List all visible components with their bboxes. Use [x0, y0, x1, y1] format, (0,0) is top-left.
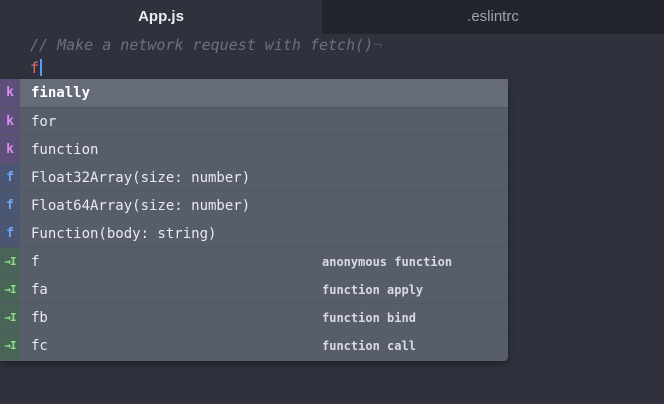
- suggestion-label: finally: [31, 85, 91, 101]
- keyword-icon: k: [0, 136, 20, 164]
- autocomplete-item[interactable]: k for: [0, 107, 508, 136]
- typed-text: f: [30, 59, 40, 77]
- suggestion-description: function call: [322, 339, 416, 353]
- suggestion-label: function: [31, 142, 99, 158]
- keyword-icon: k: [0, 79, 20, 107]
- suggestion-label: for: [31, 114, 57, 130]
- autocomplete-item[interactable]: f Function(body: string): [0, 219, 508, 248]
- tab-app-js[interactable]: App.js: [0, 0, 322, 34]
- snippet-icon: →I: [0, 248, 20, 276]
- suggestion-label: Float64Array(size: number): [31, 198, 251, 214]
- autocomplete-item[interactable]: k finally: [0, 79, 508, 107]
- suggestion-label: Float32Array(size: number): [31, 170, 251, 186]
- suggestion-description: function bind: [322, 311, 416, 325]
- autocomplete-popup: k finally k for k function f Float32Arra…: [0, 79, 508, 361]
- code-line-current[interactable]: f: [30, 57, 43, 79]
- snippet-icon: →I: [0, 304, 20, 332]
- suggestion-label: fa: [31, 282, 48, 298]
- suggestion-description: function apply: [322, 283, 424, 297]
- suggestion-label: f: [31, 254, 40, 270]
- function-icon: f: [0, 220, 20, 248]
- function-icon: f: [0, 192, 20, 220]
- keyword-icon: k: [0, 108, 20, 136]
- end-of-line-marker: ¬: [373, 36, 383, 54]
- autocomplete-item[interactable]: →I fc function call: [0, 331, 508, 360]
- autocomplete-item[interactable]: f Float32Array(size: number): [0, 163, 508, 192]
- text-cursor: [40, 59, 43, 76]
- autocomplete-item[interactable]: k function: [0, 135, 508, 164]
- snippet-icon: →I: [0, 332, 20, 360]
- autocomplete-item[interactable]: →I fb function bind: [0, 303, 508, 332]
- suggestion-label: Function(body: string): [31, 226, 217, 242]
- suggestion-label: fc: [31, 338, 48, 354]
- autocomplete-item[interactable]: →I f anonymous function: [0, 247, 508, 276]
- function-icon: f: [0, 164, 20, 192]
- snippet-icon: →I: [0, 276, 20, 304]
- tab-eslintrc[interactable]: .eslintrc: [322, 0, 664, 34]
- comment-text: // Make a network request with fetch(): [30, 36, 374, 54]
- autocomplete-item[interactable]: f Float64Array(size: number): [0, 191, 508, 220]
- suggestion-description: anonymous function: [322, 255, 453, 269]
- autocomplete-item[interactable]: →I fa function apply: [0, 275, 508, 304]
- code-line-comment: // Make a network request with fetch()¬: [30, 34, 382, 56]
- tab-bar: App.js .eslintrc: [0, 0, 664, 34]
- suggestion-label: fb: [31, 310, 48, 326]
